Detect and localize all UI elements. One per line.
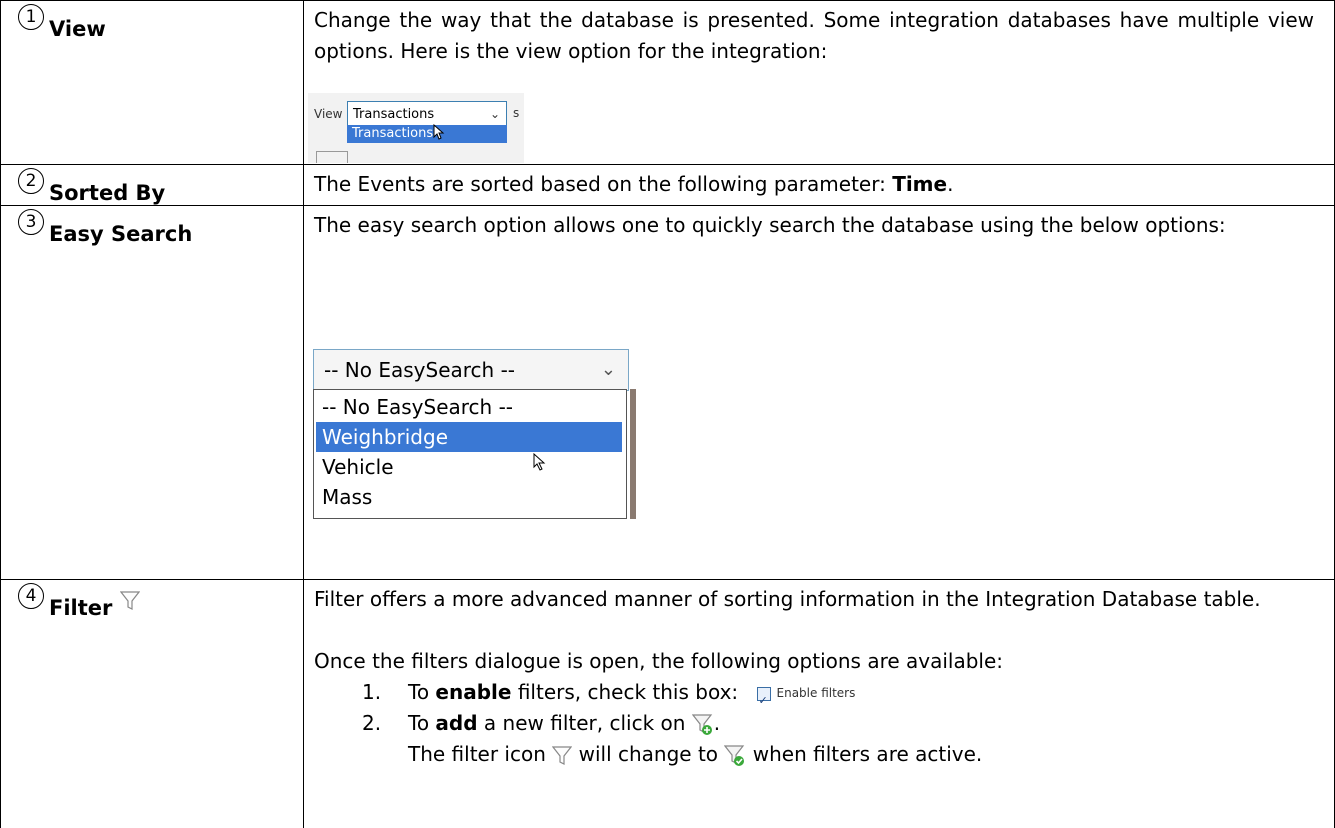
chevron-down-icon: ⌄: [489, 107, 500, 121]
view-dropdown-screenshot: View Transactions ⌄ Transactions s: [308, 93, 524, 163]
easy-search-value: -- No EasySearch --: [324, 358, 515, 382]
view-dropdown-label: View: [314, 107, 343, 121]
number-1-badge: 1: [18, 4, 44, 30]
filter-step-2-text: To add a new filter, click on .: [408, 711, 721, 735]
filter-icon: [120, 591, 141, 610]
cropped-text-fragment: s: [513, 106, 520, 120]
filter-step-1: 1.: [362, 680, 382, 704]
enable-filters-checkbox[interactable]: Enable filters: [756, 678, 855, 716]
cursor-icon: [433, 124, 445, 140]
easy-search-dropdown-screenshot: -- No EasySearch -- ⌄ -- No EasySearch -…: [313, 349, 636, 519]
easy-search-select[interactable]: -- No EasySearch -- ⌄: [313, 349, 629, 391]
easy-search-option[interactable]: Mass: [316, 482, 622, 512]
filter-icon-note: The filter icon will change to when filt…: [408, 742, 983, 766]
row-view-label: 1 View: [18, 4, 106, 41]
filter-step-1-text: To enable filters, check this box: Enabl…: [408, 677, 855, 716]
number-3-badge: 3: [18, 209, 44, 235]
document-table: 1 View Change the way that the database …: [0, 0, 1335, 828]
easy-search-description: The easy search option allows one to qui…: [314, 213, 1226, 237]
view-dropdown[interactable]: Transactions ⌄: [347, 101, 507, 126]
number-4-badge: 4: [18, 583, 44, 609]
cursor-icon: [533, 453, 546, 471]
filter-active-icon: [724, 744, 745, 766]
view-heading: View: [49, 17, 106, 41]
filter-add-icon: [691, 713, 713, 735]
row-easy-search-label: 3 Easy Search: [18, 209, 192, 246]
number-2-badge: 2: [18, 168, 44, 194]
view-dropdown-option[interactable]: Transactions: [347, 125, 507, 143]
dropdown-edge: [630, 389, 636, 519]
row-sorted-label: 2 Sorted By: [18, 168, 165, 205]
filter-options-intro: Once the filters dialogue is open, the f…: [314, 649, 1004, 673]
sorted-by-parameter: Time: [892, 172, 948, 196]
easy-search-option-selected[interactable]: Weighbridge: [316, 422, 622, 452]
chevron-down-icon: ⌄: [600, 359, 616, 380]
easy-search-option[interactable]: -- No EasySearch --: [316, 392, 622, 422]
view-dropdown-value: Transactions: [353, 107, 435, 122]
cropped-box: [316, 151, 348, 163]
checkbox-icon: [756, 685, 771, 716]
filter-heading: Filter: [49, 596, 113, 620]
view-description: Change the way that the database is pres…: [314, 8, 1314, 63]
easy-search-options-list: -- No EasySearch -- Weighbridge Vehicle …: [313, 389, 627, 519]
sorted-by-heading: Sorted By: [49, 181, 166, 205]
filter-description: Filter offers a more advanced manner of …: [314, 587, 1261, 611]
filter-step-2: 2.: [362, 711, 382, 735]
row-filter-label: 4 Filter: [18, 583, 141, 620]
filter-icon: [552, 745, 573, 765]
easy-search-option[interactable]: Vehicle: [316, 452, 622, 482]
easy-search-heading: Easy Search: [49, 222, 193, 246]
sorted-by-description: The Events are sorted based on the follo…: [314, 172, 954, 196]
